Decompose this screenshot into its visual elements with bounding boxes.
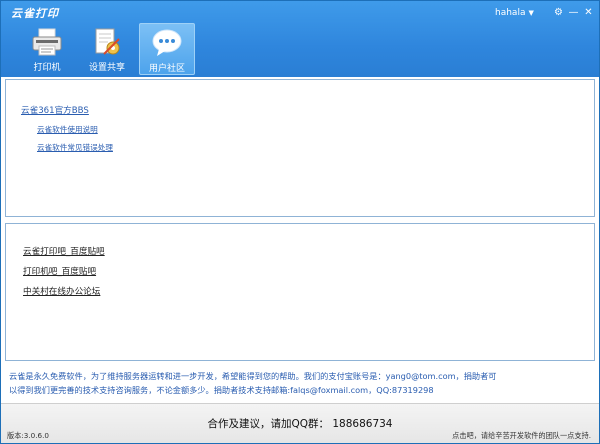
app-title: 云雀打印 — [11, 7, 59, 20]
link-official-bbs[interactable]: 云雀361官方BBS — [21, 104, 89, 116]
support-message[interactable]: 点击吧，请给辛苦开发软件的团队一点支持. — [452, 431, 591, 441]
user-menu[interactable]: hahala ▼ — [495, 5, 534, 21]
gear-icon: ⚙ — [554, 6, 563, 18]
link-zol-forum[interactable]: 中关村在线办公论坛 — [23, 285, 100, 297]
tab-share-settings-label: 设置共享 — [88, 63, 125, 73]
qq-group-contact: 合作及建议，请加QQ群： 188686734 — [207, 418, 393, 430]
minimize-button[interactable]: — — [566, 5, 581, 20]
share-settings-icon — [90, 27, 124, 57]
link-yunque-tieba[interactable]: 云雀打印吧_百度贴吧 — [23, 245, 105, 257]
window-controls: ⚙ — ✕ — [551, 4, 596, 20]
link-error-faq[interactable]: 云雀软件常见错误处理 — [37, 142, 113, 153]
community-links-panel: 云雀打印吧_百度贴吧 打印机吧_百度贴吧 中关村在线办公论坛 — [5, 223, 595, 361]
close-button[interactable]: ✕ — [581, 5, 596, 20]
main-window: 云雀打印 hahala ▼ ⚙ — ✕ 打印机 设置共享 用户社区 云雀361官… — [0, 0, 600, 444]
header-bar: 云雀打印 hahala ▼ ⚙ — ✕ 打印机 设置共享 用户社区 — [1, 1, 599, 77]
tab-user-community[interactable]: 用户社区 — [139, 23, 195, 75]
version-label: 版本:3.0.6.0 — [7, 431, 49, 440]
tab-printer-label: 打印机 — [33, 63, 61, 73]
official-links-panel: 云雀361官方BBS 云雀软件使用说明 云雀软件常见错误处理 — [5, 79, 595, 217]
tab-share-settings[interactable]: 设置共享 — [79, 23, 135, 75]
username: hahala — [495, 8, 526, 18]
chevron-down-icon: ▼ — [528, 9, 534, 17]
close-icon: ✕ — [584, 6, 593, 18]
link-printer-tieba[interactable]: 打印机吧_百度贴吧 — [23, 265, 96, 277]
minimize-icon: — — [568, 6, 579, 18]
chat-bubble-icon — [150, 28, 184, 58]
tab-printer[interactable]: 打印机 — [19, 23, 75, 75]
tab-user-community-label: 用户社区 — [148, 64, 185, 74]
donation-notice: 云雀是永久免费软件，为了维持服务器运转和进一步开发，希望能得到您的帮助。我们的支… — [9, 369, 589, 397]
printer-icon — [30, 27, 64, 57]
notice-line-1: 云雀是永久免费软件，为了维持服务器运转和进一步开发，希望能得到您的帮助。我们的支… — [9, 371, 497, 381]
settings-button[interactable]: ⚙ — [551, 5, 566, 20]
link-usage-guide[interactable]: 云雀软件使用说明 — [37, 124, 98, 135]
status-bar: 合作及建议，请加QQ群： 188686734 版本:3.0.6.0 点击吧，请给… — [1, 403, 599, 443]
notice-line-2: 以得到我们更完善的技术支持咨询服务，不论金额多少。捐助者技术支持邮箱:falqs… — [9, 385, 434, 395]
main-tabs: 打印机 设置共享 用户社区 — [19, 23, 195, 75]
